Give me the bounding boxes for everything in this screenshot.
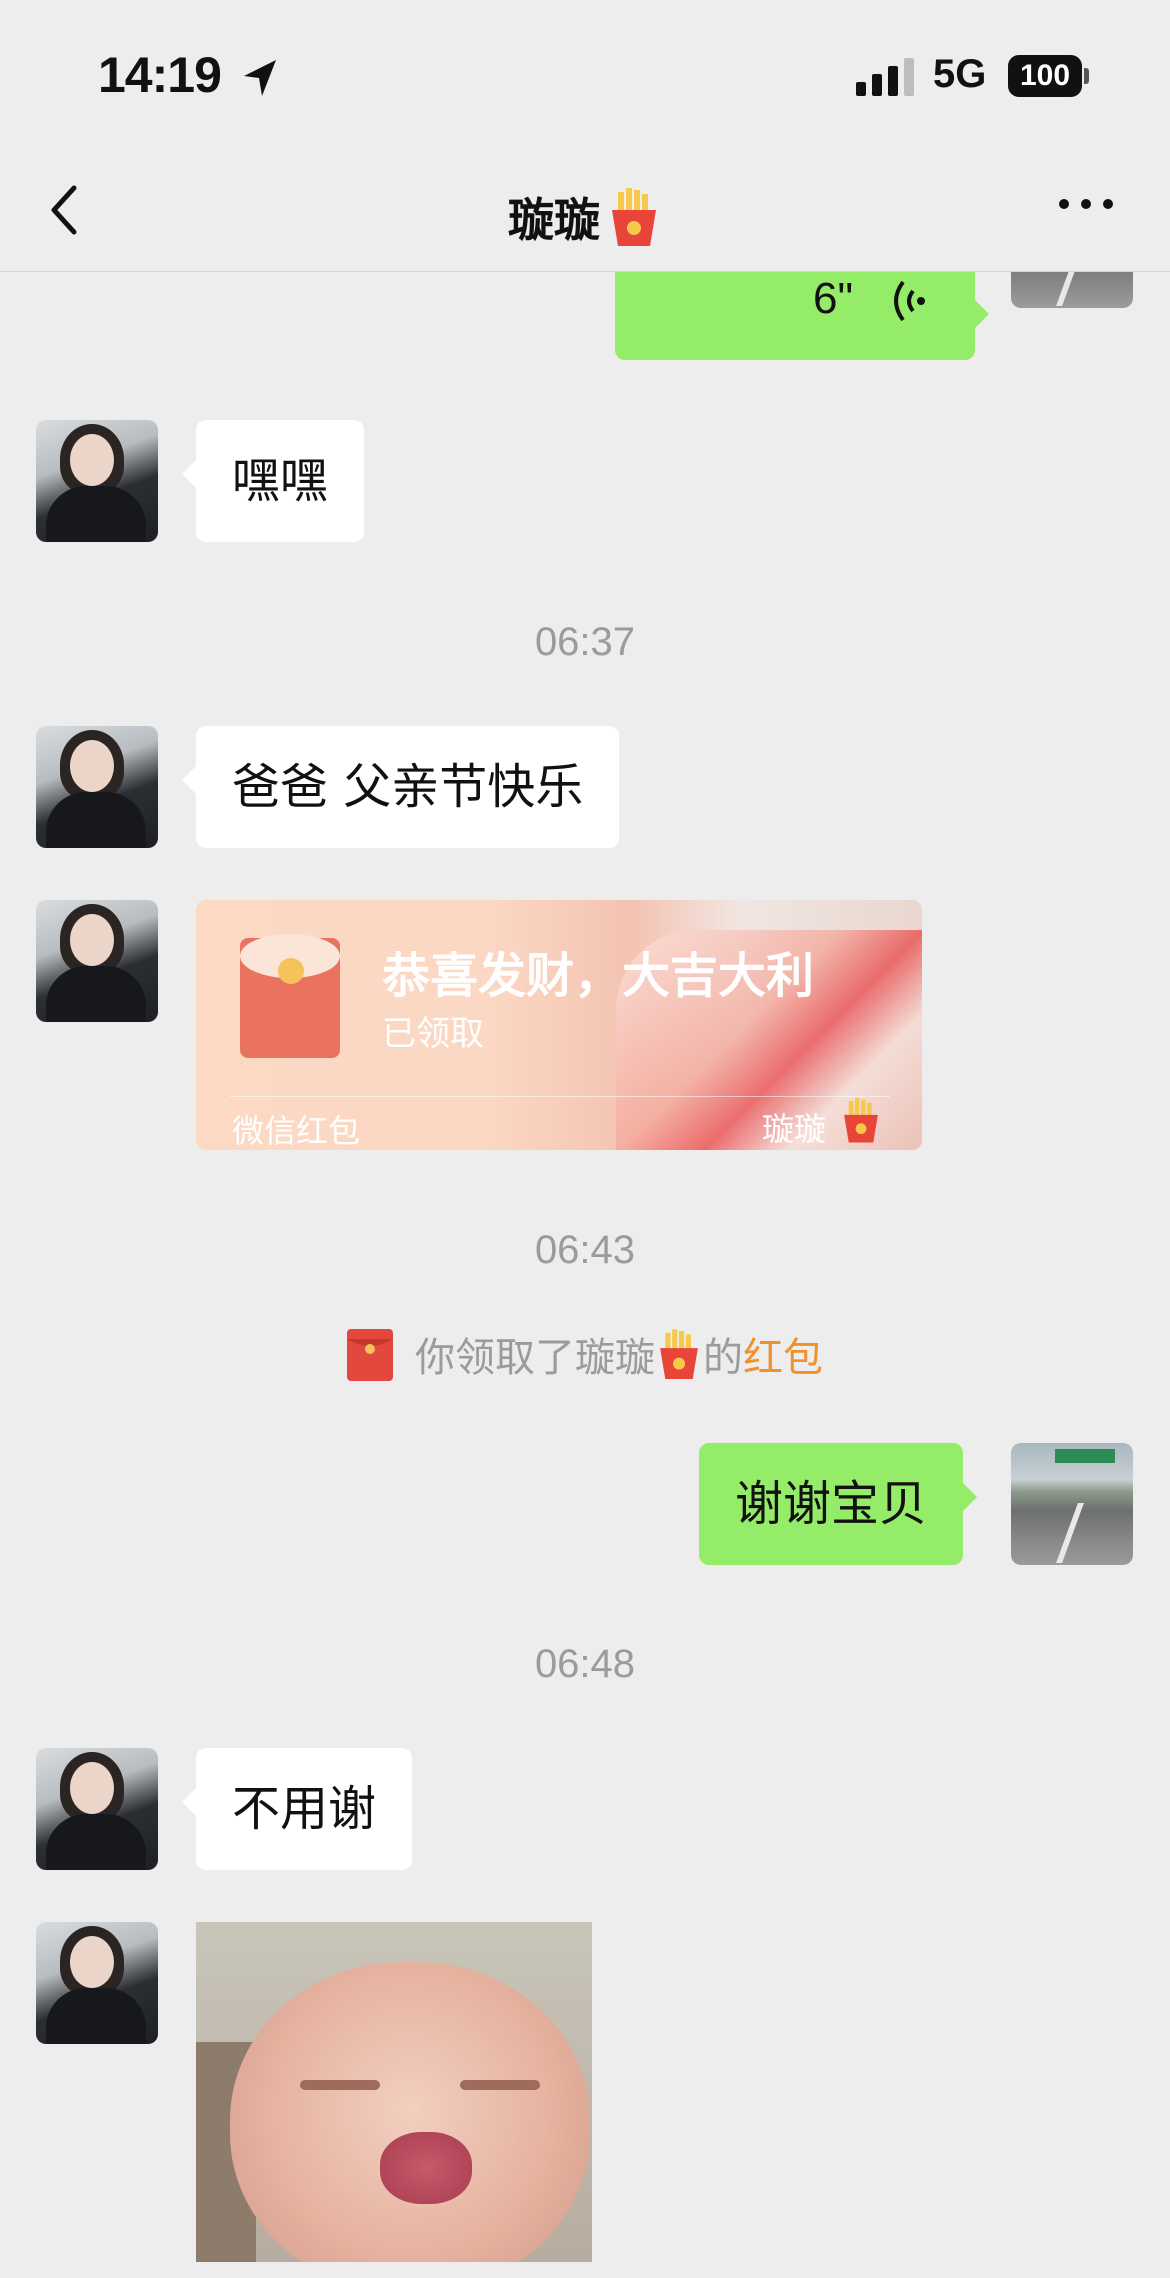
avatar-body bbox=[46, 1988, 146, 2044]
red-packet-card[interactable]: 恭喜发财，大吉大利 已领取 微信红包 璇璇 bbox=[196, 900, 922, 1150]
french-fries-emoji-icon bbox=[612, 188, 656, 246]
voice-message-bubble[interactable]: 6" bbox=[615, 272, 989, 360]
sticker-eye-left bbox=[300, 2080, 380, 2090]
signal-bars-icon bbox=[856, 58, 914, 96]
voice-wave-icon bbox=[894, 280, 925, 322]
message-timestamp: 06:48 bbox=[534, 1642, 636, 1686]
message-timestamp: 06:37 bbox=[534, 620, 636, 664]
system-notice-prefix: 你领取了璇璇 bbox=[415, 1335, 655, 1381]
contact-avatar[interactable] bbox=[36, 726, 158, 848]
sticker-eye-right bbox=[460, 2080, 540, 2090]
avatar-face bbox=[70, 914, 114, 966]
avatar-face bbox=[70, 434, 114, 486]
battery-icon: 100 bbox=[1008, 55, 1082, 97]
voice-duration: 6" bbox=[813, 274, 854, 323]
sticker-baby-face bbox=[230, 1962, 590, 2262]
avatar-face bbox=[70, 740, 114, 792]
system-notice-middle: 的 bbox=[703, 1335, 743, 1381]
contact-avatar[interactable] bbox=[36, 1922, 158, 2044]
incoming-message-bubble[interactable]: 爸爸 父亲节快乐 bbox=[181, 726, 620, 848]
sticker-lips bbox=[380, 2132, 472, 2204]
road-sign-graphic bbox=[1055, 1449, 1115, 1463]
incoming-message-bubble[interactable]: 嘿嘿 bbox=[181, 420, 365, 542]
contact-avatar[interactable] bbox=[36, 900, 158, 1022]
red-packet-title: 恭喜发财，大吉大利 bbox=[382, 948, 815, 1004]
avatar-body bbox=[46, 966, 146, 1022]
network-type: 5G bbox=[933, 52, 987, 96]
avatar-body bbox=[46, 792, 146, 848]
chat-header: 璇璇 bbox=[0, 150, 1170, 272]
location-arrow-icon bbox=[244, 60, 276, 96]
red-packet-status: 已领取 bbox=[382, 1014, 484, 1054]
my-avatar[interactable] bbox=[1011, 1443, 1133, 1565]
message-timestamp: 06:43 bbox=[534, 1228, 636, 1272]
contact-avatar[interactable] bbox=[36, 420, 158, 542]
french-fries-emoji-icon bbox=[844, 1098, 878, 1143]
contact-avatar[interactable] bbox=[36, 1748, 158, 1870]
red-packet-sender: 璇璇 bbox=[762, 1110, 827, 1148]
chat-message-list[interactable]: 6" 嘿嘿 06:37 爸爸 父亲节快乐 恭喜发财，大吉大利 已领取 微信红包 … bbox=[0, 272, 1170, 2278]
red-packet-divider bbox=[230, 1096, 890, 1097]
avatar-face bbox=[70, 1762, 114, 1814]
red-packet-footer-label: 微信红包 bbox=[232, 1112, 361, 1150]
red-packet-link[interactable]: 红包 bbox=[743, 1335, 823, 1381]
system-notice: 你领取了璇璇 的红包 bbox=[0, 1328, 1170, 1388]
my-avatar[interactable] bbox=[1011, 272, 1133, 308]
red-packet-icon bbox=[347, 1329, 393, 1381]
avatar-body bbox=[46, 1814, 146, 1870]
outgoing-message-bubble[interactable]: 谢谢宝贝 bbox=[699, 1443, 978, 1565]
status-time: 14:19 bbox=[98, 47, 222, 103]
baby-kiss-sticker[interactable] bbox=[196, 1922, 592, 2262]
ellipsis-icon[interactable] bbox=[1056, 194, 1116, 214]
road-lane-graphic bbox=[1056, 272, 1084, 306]
avatar-face bbox=[70, 1936, 114, 1988]
avatar-body bbox=[46, 486, 146, 542]
chat-title-text: 璇璇 bbox=[508, 193, 600, 247]
status-bar: 14:19 5G 100 bbox=[0, 0, 1170, 150]
chat-title[interactable]: 璇璇 bbox=[0, 184, 1170, 250]
french-fries-emoji-icon bbox=[660, 1329, 698, 1379]
incoming-message-bubble[interactable]: 不用谢 bbox=[181, 1748, 413, 1870]
battery-nub bbox=[1084, 68, 1089, 84]
red-envelope-seal bbox=[278, 958, 304, 984]
road-lane-graphic bbox=[1056, 1503, 1084, 1563]
